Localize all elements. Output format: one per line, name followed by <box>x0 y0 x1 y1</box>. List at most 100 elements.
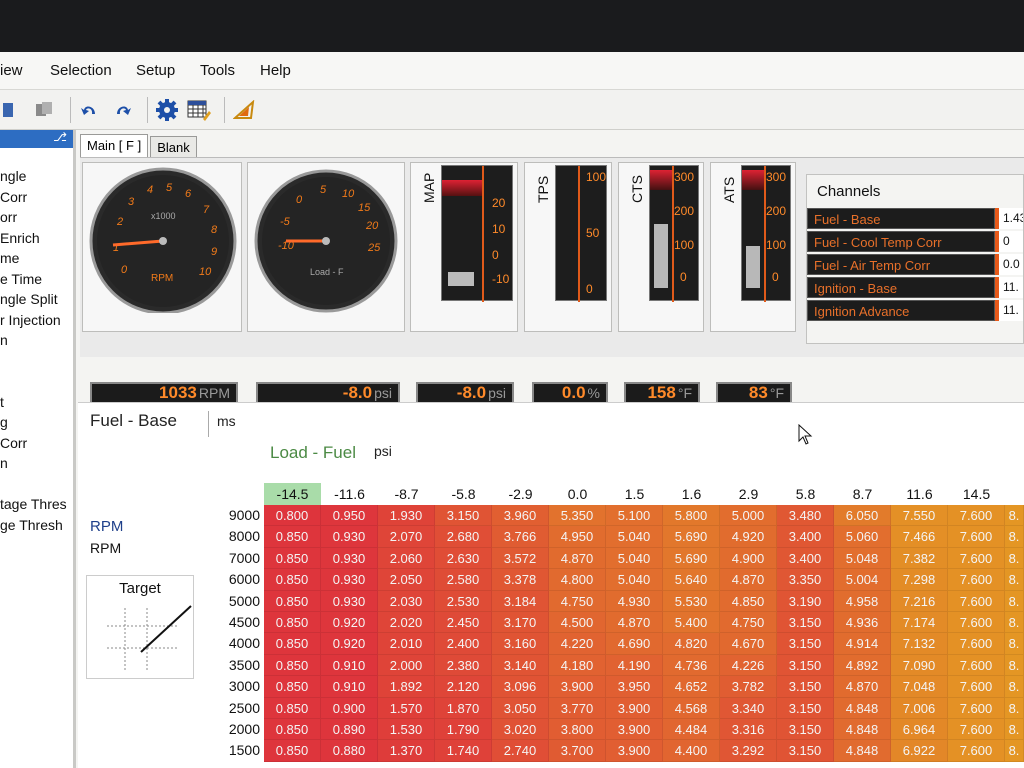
table-cell[interactable]: 0.850 <box>264 676 321 698</box>
table-cell[interactable]: 3.150 <box>777 676 834 698</box>
table-cell[interactable]: 3.770 <box>549 697 606 719</box>
table-cell[interactable]: 4.750 <box>549 590 606 612</box>
table-edit-icon[interactable] <box>186 97 212 123</box>
table-cell[interactable]: 2.070 <box>378 526 435 548</box>
column-header[interactable]: -14.5 <box>264 483 321 505</box>
table-cell[interactable]: 7.174 <box>891 612 948 634</box>
table-cell[interactable]: 4.652 <box>663 676 720 698</box>
table-cell[interactable]: 4.850 <box>720 590 777 612</box>
table-cell[interactable]: 3.150 <box>777 654 834 677</box>
row-header[interactable]: 8000 <box>198 526 264 547</box>
table-cell[interactable]: 3.572 <box>492 547 549 570</box>
column-header[interactable]: 2.9 <box>720 483 777 505</box>
row-header[interactable]: 3000 <box>198 676 264 697</box>
row-header[interactable]: 7000 <box>198 548 264 569</box>
table-cell[interactable]: 0.850 <box>264 633 321 655</box>
table-cell[interactable]: 4.920 <box>720 526 777 548</box>
table-cell[interactable]: 1.870 <box>435 697 492 719</box>
tab-blank[interactable]: Blank <box>150 136 197 158</box>
table-cell[interactable]: 4.690 <box>606 633 663 655</box>
table-cell[interactable]: 4.484 <box>663 719 720 741</box>
table-cell[interactable]: 0.850 <box>264 612 321 634</box>
table-cell[interactable]: 7.600 <box>948 654 1005 677</box>
table-cell[interactable]: 1.790 <box>435 719 492 741</box>
row-header[interactable]: 1500 <box>198 740 264 761</box>
table-cell[interactable]: 4.930 <box>606 590 663 612</box>
table-cell[interactable]: 0.850 <box>264 526 321 548</box>
table-cell[interactable]: 4.870 <box>606 612 663 634</box>
table-cell[interactable]: 3.096 <box>492 676 549 698</box>
column-header[interactable]: 11.6 <box>891 483 948 505</box>
menu-tools[interactable]: Tools <box>200 62 260 79</box>
table-cell[interactable]: 4.220 <box>549 633 606 655</box>
row-header[interactable]: 6000 <box>198 569 264 590</box>
table-cell[interactable]: 0.850 <box>264 569 321 591</box>
table-cell[interactable]: 3.340 <box>720 697 777 719</box>
table-cell[interactable]: 7.600 <box>948 547 1005 570</box>
table-cell[interactable]: 3.766 <box>492 526 549 548</box>
sidebar-item[interactable] <box>0 474 73 495</box>
channel-row[interactable]: Ignition Advance 11. <box>807 299 1023 322</box>
table-cell[interactable]: 3.800 <box>549 719 606 741</box>
channel-row[interactable]: Fuel - Cool Temp Corr 0 <box>807 230 1023 253</box>
table-cell[interactable]: 3.378 <box>492 569 549 591</box>
sidebar-item[interactable]: ge Thresh <box>0 515 73 536</box>
sidebar-item[interactable]: orr <box>0 207 73 228</box>
table-cell[interactable]: 0.800 <box>264 505 321 527</box>
menu-help[interactable]: Help <box>260 62 310 79</box>
row-header[interactable]: 2500 <box>198 698 264 719</box>
table-cell[interactable]: 1.740 <box>435 740 492 762</box>
table-cell[interactable]: 4.870 <box>549 547 606 570</box>
table-cell[interactable]: 5.350 <box>549 505 606 527</box>
table-cell[interactable]: 5.004 <box>834 569 891 591</box>
table-cell[interactable]: 7.006 <box>891 697 948 719</box>
table-cell[interactable]: 8. <box>1005 654 1024 677</box>
table-cell[interactable]: 3.900 <box>606 740 663 762</box>
table-cell[interactable]: 6.050 <box>834 505 891 527</box>
table-cell[interactable]: 1.530 <box>378 719 435 741</box>
sidebar-item[interactable]: Corr <box>0 433 73 454</box>
sidebar-item[interactable]: n <box>0 330 73 351</box>
channel-row[interactable]: Fuel - Air Temp Corr 0.0 <box>807 253 1023 276</box>
column-header[interactable]: 14.5 <box>948 483 1005 505</box>
table-cell[interactable]: 4.848 <box>834 719 891 741</box>
table-cell[interactable]: 0.890 <box>321 719 378 741</box>
table-cell[interactable]: 8. <box>1005 590 1024 612</box>
table-cell[interactable]: 7.600 <box>948 676 1005 698</box>
table-cell[interactable]: 3.900 <box>606 697 663 719</box>
table-cell[interactable]: 3.900 <box>549 676 606 698</box>
column-header[interactable]: -11.6 <box>321 483 378 505</box>
table-cell[interactable]: 5.100 <box>606 505 663 527</box>
copy-icon[interactable] <box>32 97 58 123</box>
table-cell[interactable]: 8. <box>1005 633 1024 655</box>
menu-selection[interactable]: Selection <box>50 62 136 79</box>
sidebar-item[interactable]: ngle <box>0 166 73 187</box>
table-cell[interactable]: 3.960 <box>492 505 549 527</box>
table-cell[interactable]: 4.670 <box>720 633 777 655</box>
table-cell[interactable]: 3.700 <box>549 740 606 762</box>
table-cell[interactable]: 1.892 <box>378 676 435 698</box>
table-cell[interactable]: 1.570 <box>378 697 435 719</box>
table-cell[interactable]: 4.870 <box>720 569 777 591</box>
table-cell[interactable]: 5.060 <box>834 526 891 548</box>
table-cell[interactable]: 4.800 <box>549 569 606 591</box>
table-cell[interactable]: 4.914 <box>834 633 891 655</box>
table-cell[interactable]: 4.848 <box>834 740 891 762</box>
table-cell[interactable]: 3.190 <box>777 590 834 612</box>
table-cell[interactable]: 7.466 <box>891 526 948 548</box>
table-cell[interactable]: 0.900 <box>321 697 378 719</box>
table-cell[interactable]: 0.850 <box>264 697 321 719</box>
menu-view[interactable]: iew <box>0 62 50 79</box>
table-cell[interactable]: 6.922 <box>891 740 948 762</box>
column-header[interactable]: 1.5 <box>606 483 663 505</box>
table-cell[interactable]: 8. <box>1005 697 1024 719</box>
warning-icon[interactable] <box>231 97 257 123</box>
table-cell[interactable]: 0.920 <box>321 612 378 634</box>
table-cell[interactable]: 0.910 <box>321 676 378 698</box>
row-header[interactable]: 9000 <box>198 505 264 526</box>
table-cell[interactable]: 2.060 <box>378 547 435 570</box>
table-cell[interactable]: 3.316 <box>720 719 777 741</box>
table-cell[interactable]: 5.690 <box>663 526 720 548</box>
table-cell[interactable]: 5.040 <box>606 569 663 591</box>
table-cell[interactable]: 3.020 <box>492 719 549 741</box>
